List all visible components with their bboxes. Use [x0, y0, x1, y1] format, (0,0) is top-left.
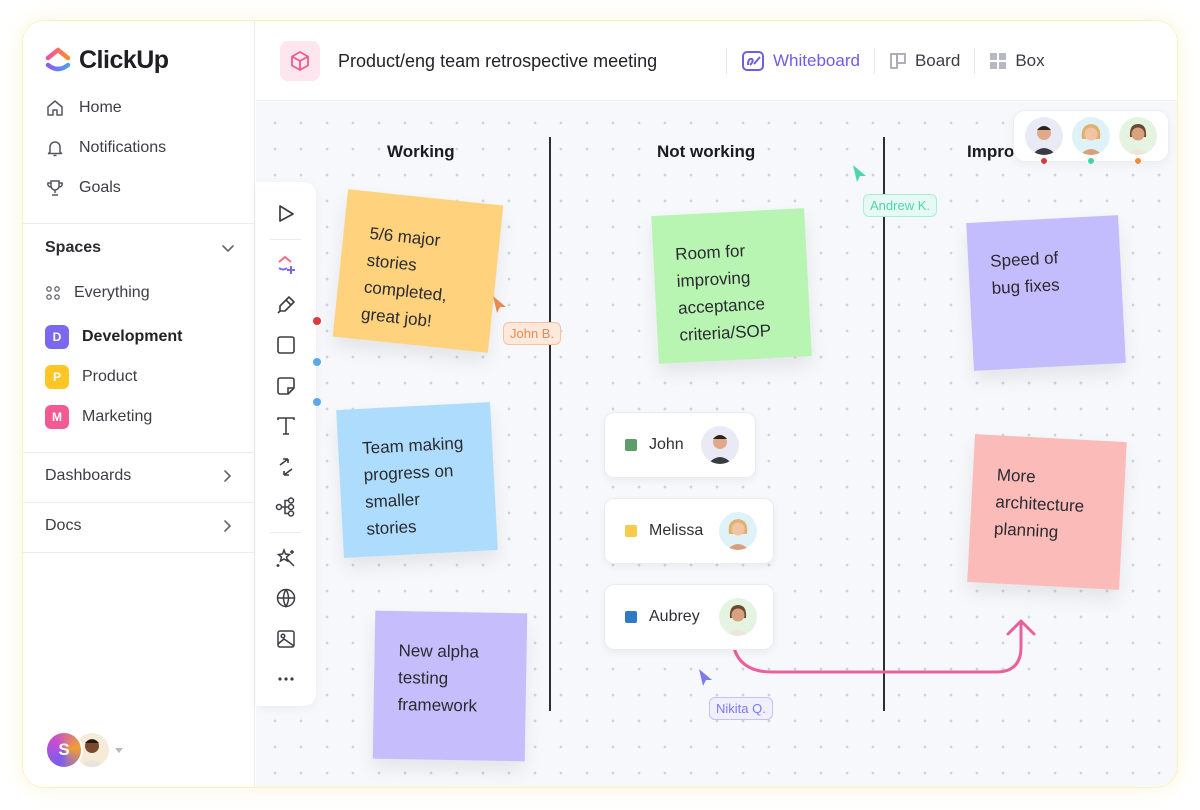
nav-label: Goals	[79, 179, 121, 196]
cursor-label-john: John B.	[503, 322, 562, 345]
collaborator[interactable]	[1024, 117, 1063, 165]
whiteboard-canvas[interactable]: Working Not working Impro 5/6 major stor…	[256, 102, 1177, 787]
board-icon	[890, 53, 906, 69]
space-badge: D	[45, 325, 69, 349]
person-icon	[727, 519, 749, 550]
avatar	[701, 426, 739, 464]
person-name: Melissa	[649, 522, 704, 539]
user-avatar: S	[45, 731, 83, 769]
status-dot	[1086, 157, 1095, 165]
space-item-everything[interactable]: Everything	[45, 284, 150, 302]
chevron-down-icon[interactable]	[219, 239, 237, 257]
avatar	[719, 512, 757, 550]
clickup-logo-icon	[45, 47, 71, 72]
space-label: Everything	[74, 284, 150, 301]
sticky-note[interactable]: Team making progress on smaller stories	[336, 402, 498, 558]
sidebar-divider	[23, 502, 255, 503]
person-icon	[727, 605, 749, 636]
nav-label: Notifications	[79, 139, 167, 156]
trophy-icon	[47, 180, 63, 196]
app-name: ClickUp	[79, 45, 169, 74]
view-tabs: Whiteboard Board Box	[726, 47, 1059, 75]
avatar	[719, 598, 757, 636]
app-window: ClickUp Home Notifications Goals Spaces …	[22, 20, 1178, 788]
person-color-swatch	[625, 439, 637, 451]
person-icon	[1031, 126, 1056, 155]
tab-label: Board	[914, 51, 961, 70]
chevron-right-icon	[224, 470, 232, 482]
person-icon	[1079, 124, 1102, 155]
tab-label: Whiteboard	[773, 51, 860, 70]
person-name: John	[649, 436, 684, 453]
tab-label: Box	[1015, 51, 1045, 70]
box-grid-icon	[990, 53, 1007, 69]
collaborator[interactable]	[1071, 117, 1110, 165]
sticky-note[interactable]: 5/6 major stories completed, great job!	[332, 189, 504, 353]
person-color-swatch	[625, 525, 637, 537]
person-card-john[interactable]: John	[604, 412, 756, 478]
nav-item-home[interactable]: Home	[45, 98, 122, 118]
sticky-note[interactable]: More architecture planning	[967, 434, 1127, 590]
cursor-john-icon	[493, 296, 506, 313]
avatar	[1024, 117, 1063, 155]
sidebar-divider	[23, 452, 255, 453]
whiteboard-type-icon	[280, 41, 320, 81]
person-icon	[1127, 124, 1150, 155]
nav-item-notifications[interactable]: Notifications	[45, 138, 166, 158]
person-icon	[708, 435, 732, 464]
sticky-note[interactable]: Speed of bug fixes	[966, 215, 1126, 371]
cursor-nikita-icon	[699, 669, 712, 686]
space-badge: P	[45, 365, 69, 389]
person-name: Aubrey	[649, 608, 700, 625]
section-label: Docs	[45, 517, 82, 534]
space-item-marketing[interactable]: M Marketing	[45, 405, 152, 429]
sidebar-divider	[23, 552, 255, 553]
page-title: Product/eng team retrospective meeting	[338, 51, 658, 71]
active-collaborators[interactable]	[1013, 110, 1169, 165]
cube-icon	[291, 51, 309, 71]
collaborator[interactable]	[1119, 117, 1158, 165]
nav-item-goals[interactable]: Goals	[45, 178, 121, 198]
grid-dots-icon	[46, 286, 60, 300]
avatar	[1071, 117, 1110, 155]
status-dot	[1039, 157, 1048, 165]
person-color-swatch	[625, 611, 637, 623]
sidebar-item-dashboards[interactable]: Dashboards	[45, 467, 235, 485]
caret-down-icon	[115, 747, 123, 753]
space-label: Development	[82, 328, 183, 345]
person-card-aubrey[interactable]: Aubrey	[604, 584, 774, 650]
sidebar: ClickUp Home Notifications Goals Spaces …	[23, 21, 255, 787]
spaces-heading: Spaces	[45, 239, 102, 256]
clickup-logo[interactable]: ClickUp	[45, 45, 169, 75]
space-badge: M	[45, 405, 69, 429]
chevron-right-icon	[224, 520, 232, 532]
sticky-note[interactable]: New alpha testing framework	[372, 610, 528, 762]
space-label: Marketing	[82, 408, 153, 425]
tab-box[interactable]: Box	[975, 47, 1058, 75]
whiteboard-icon	[742, 51, 764, 71]
tab-board[interactable]: Board	[875, 47, 974, 75]
user-menu[interactable]: S	[45, 731, 123, 769]
space-item-development[interactable]: D Development	[45, 325, 182, 349]
sidebar-divider	[23, 223, 255, 224]
cursor-label-andrew: Andrew K.	[863, 194, 937, 217]
nav-label: Home	[79, 99, 122, 116]
sticky-note[interactable]: Room for improving acceptance criteria/S…	[651, 208, 812, 364]
avatar	[1119, 117, 1158, 155]
tab-whiteboard[interactable]: Whiteboard	[727, 47, 874, 75]
space-label: Product	[82, 368, 138, 385]
home-icon	[47, 100, 63, 116]
section-label: Dashboards	[45, 467, 132, 484]
cursor-andrew-icon	[853, 165, 866, 182]
bell-icon	[47, 141, 63, 157]
space-item-product[interactable]: P Product	[45, 365, 137, 389]
person-card-melissa[interactable]: Melissa	[604, 498, 774, 564]
sidebar-item-docs[interactable]: Docs	[45, 517, 235, 535]
header: Product/eng team retrospective meeting W…	[256, 21, 1177, 101]
cursor-label-nikita: Nikita Q.	[709, 697, 773, 720]
